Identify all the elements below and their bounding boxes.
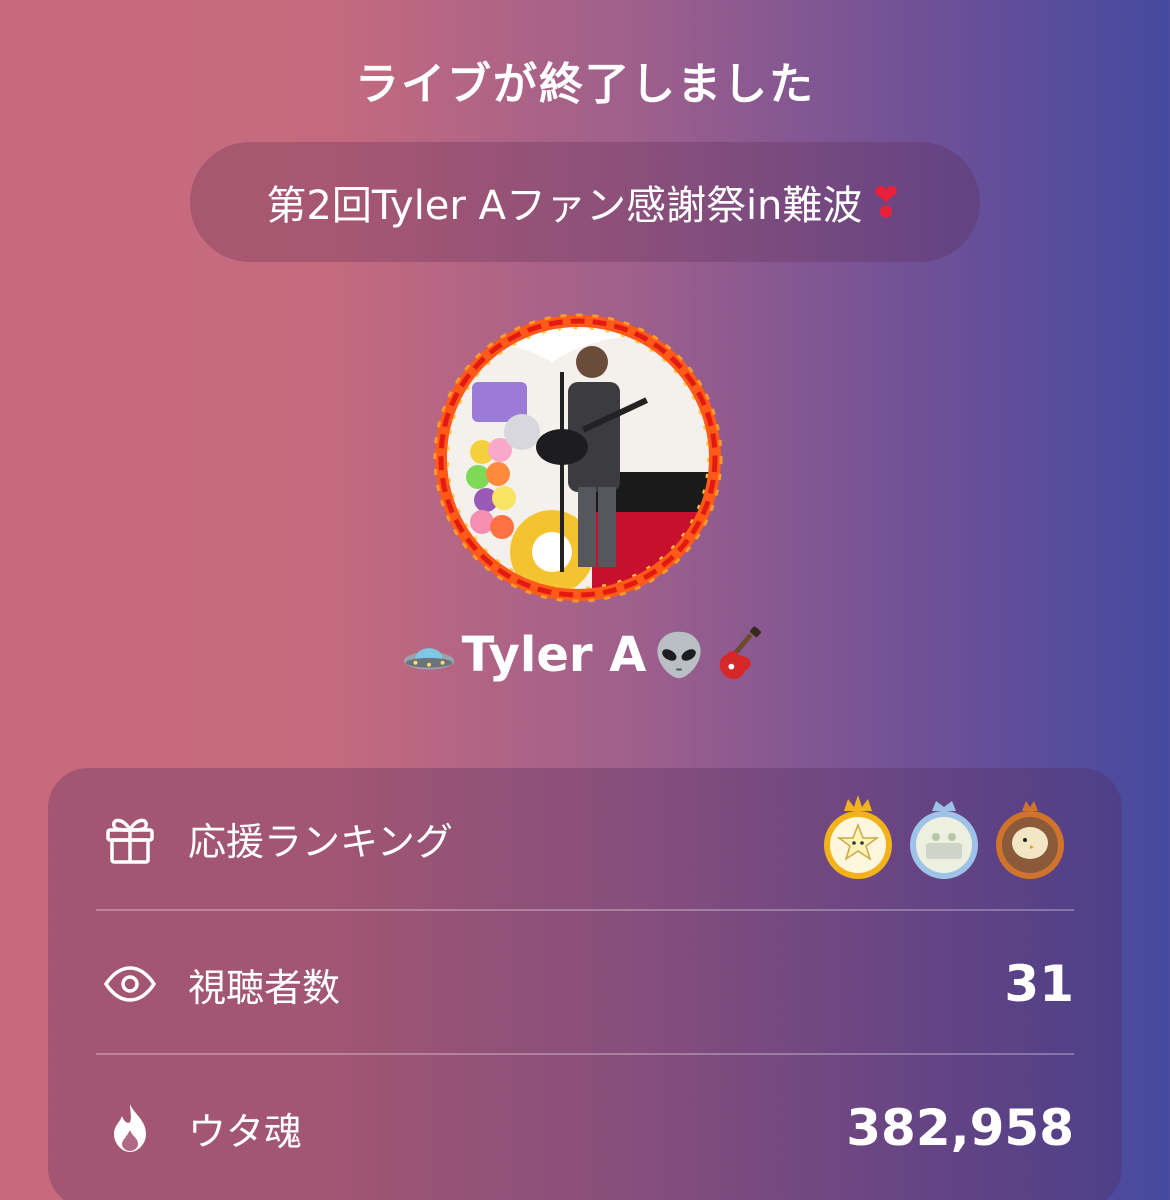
- live-ended-screen: ライブが終了しました 第2回Tyler Aファン感謝祭in難波 ❣ Tyler …: [0, 0, 1170, 1200]
- streamer-name-row: Tyler A: [0, 626, 1170, 684]
- rank-2-avatar[interactable]: [906, 793, 982, 883]
- uta-spirit-row: ウタ魂 382,958: [96, 1058, 1074, 1198]
- heart-exclamation-icon: ❣: [868, 177, 904, 227]
- alien-icon: [657, 631, 702, 679]
- viewers-row: 視聴者数 31: [96, 914, 1074, 1054]
- stream-title-pill: 第2回Tyler Aファン感謝祭in難波 ❣: [190, 142, 980, 262]
- viewers-value: 31: [1004, 955, 1074, 1013]
- stream-title: 第2回Tyler Aファン感謝祭in難波: [266, 183, 863, 229]
- stats-card: 応援ランキング 視聴者数 31 ウタ魂 382,958: [48, 768, 1122, 1200]
- ranking-avatars[interactable]: [820, 793, 1068, 883]
- streamer-avatar[interactable]: [428, 308, 728, 608]
- ranking-row[interactable]: 応援ランキング: [96, 768, 1074, 908]
- streamer-name: Tyler A: [461, 627, 647, 683]
- row-divider: [96, 1053, 1074, 1055]
- row-divider: [96, 909, 1074, 911]
- uta-spirit-value: 382,958: [846, 1099, 1074, 1157]
- guitar-icon: [720, 626, 762, 680]
- eye-icon: [103, 966, 157, 1002]
- viewers-label: 視聴者数: [188, 965, 341, 1010]
- gift-icon: [106, 818, 154, 864]
- flame-icon: [114, 1104, 146, 1152]
- ufo-icon: [403, 648, 454, 670]
- ranking-label: 応援ランキング: [188, 819, 453, 864]
- fire-ring-frame: [433, 313, 723, 603]
- rank-1-avatar[interactable]: [820, 793, 896, 883]
- live-ended-title: ライブが終了しました: [355, 59, 815, 110]
- rank-3-avatar[interactable]: [992, 793, 1068, 883]
- uta-spirit-label: ウタ魂: [188, 1109, 303, 1154]
